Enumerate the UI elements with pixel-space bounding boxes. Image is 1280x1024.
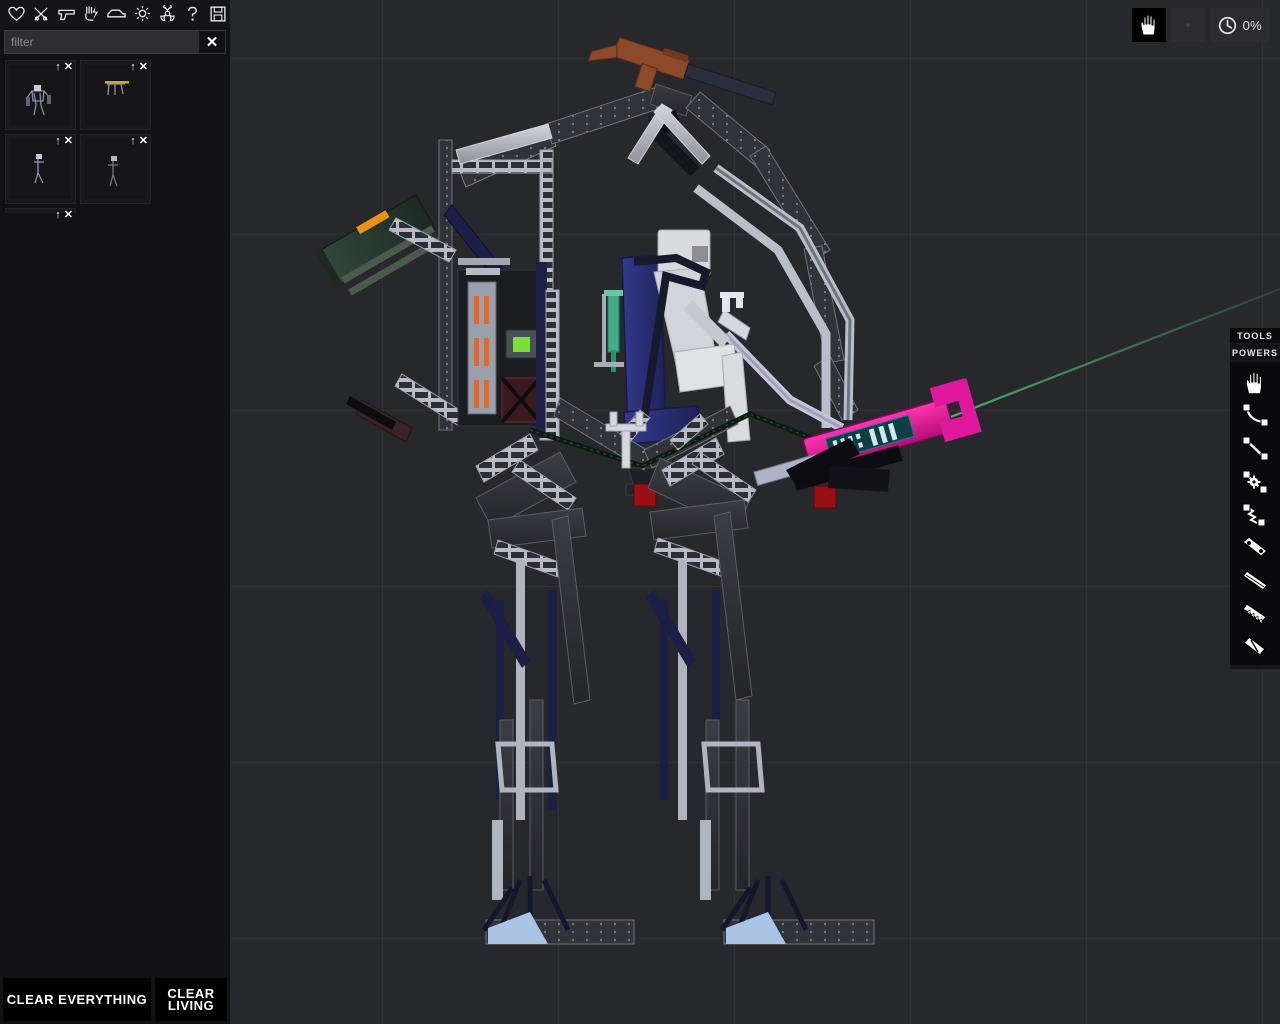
toolbar-heart-button[interactable] (4, 1, 28, 26)
thumbnail-controls: ↑ ✕ (130, 136, 148, 147)
spring-icon (1242, 503, 1266, 526)
rod-icon (1242, 436, 1269, 460)
tool-spring[interactable] (1230, 498, 1280, 531)
question-icon (188, 6, 198, 21)
thumbnail-preview (85, 139, 146, 199)
rope-icon (1242, 403, 1269, 426)
thumbnail-preview (85, 65, 146, 125)
gear-icon (134, 5, 150, 22)
thumbnail-preview (10, 65, 71, 125)
toolbar-misc-button[interactable] (181, 1, 205, 26)
raise-item-icon[interactable]: ↑ (130, 62, 136, 73)
raise-item-icon[interactable]: ↑ (55, 210, 61, 221)
clear-everything-button[interactable]: CLEAR EVERYTHING (3, 978, 151, 1021)
plank-icon (1241, 569, 1269, 591)
raise-item-icon[interactable]: ↑ (55, 62, 61, 73)
toolbar-hazards-button[interactable] (155, 1, 179, 26)
clear-filter-icon[interactable]: ✕ (199, 31, 225, 53)
panel-empty-area (0, 213, 230, 974)
toolbar-saved-button[interactable] (206, 1, 230, 26)
tools-panel: TOOLS POWERS (1230, 328, 1280, 669)
hand-icon (1140, 14, 1156, 36)
thumbnail-controls: ↑ ✕ (55, 210, 73, 221)
gear-joint-icon (1242, 470, 1268, 493)
tool-saw[interactable] (1230, 597, 1280, 630)
tab-tools[interactable]: TOOLS (1230, 328, 1280, 343)
list-item[interactable]: ↑ ✕ (80, 134, 151, 204)
delete-item-icon[interactable]: ✕ (139, 136, 148, 147)
clock-icon (1218, 16, 1236, 34)
clear-living-line-2: LIVING (167, 997, 215, 1013)
scissors-icon (34, 6, 48, 21)
raise-item-icon[interactable]: ↑ (130, 136, 136, 147)
panel-actions: CLEAR EVERYTHING CLEAR LIVING (0, 975, 230, 1024)
saw-icon (1242, 602, 1267, 625)
thumbnail-controls: ↑ ✕ (55, 62, 73, 73)
tool-list (1230, 362, 1280, 665)
dot-icon (1186, 23, 1190, 27)
hud-select-tool-button[interactable] (1170, 8, 1205, 42)
list-item[interactable]: ↑ ✕ (5, 60, 76, 130)
thumbnail-preview (10, 139, 71, 199)
car-icon (107, 9, 127, 18)
thumbnail-controls: ↑ ✕ (130, 62, 148, 73)
contraption-thumb-2 (105, 81, 129, 96)
toolbar-firearms-button[interactable] (54, 1, 78, 26)
clear-living-button[interactable]: CLEAR LIVING (155, 978, 227, 1021)
toolbar-contraptions-button[interactable] (130, 1, 154, 26)
hand-icon (1245, 371, 1263, 394)
save-icon (210, 5, 226, 22)
raise-item-icon[interactable]: ↑ (55, 136, 61, 147)
hud-timescale-control[interactable]: 0% (1209, 8, 1270, 42)
delete-item-icon[interactable]: ✕ (64, 62, 73, 73)
beam-icon (1241, 535, 1269, 557)
left-panel: ✕ ↑ (0, 0, 230, 1024)
hud-toolbar: 0% (1131, 8, 1270, 42)
scene-objects (314, 37, 1280, 945)
app-root: 0% TOOLS POWERS filter ✕ ↑ ✕ ↑ ✕ ↑ ✕ ↑ ✕… (0, 0, 1280, 1024)
category-toolbar (0, 0, 230, 27)
toolbar-energy-button[interactable] (80, 1, 104, 26)
simulation-canvas[interactable] (230, 0, 1280, 1024)
filter-row: ✕ (4, 30, 226, 54)
list-item[interactable]: ↑ ✕ (5, 134, 76, 204)
thumbnail-controls: ↑ ✕ (55, 136, 73, 147)
tool-rope[interactable] (1230, 399, 1280, 432)
contraption-thumb-4 (108, 156, 118, 187)
timescale-value: 0% (1242, 17, 1262, 33)
tool-plank[interactable] (1230, 564, 1280, 597)
toolbar-melee-button[interactable] (29, 1, 53, 26)
search-input[interactable] (5, 31, 199, 53)
delete-item-icon[interactable]: ✕ (64, 136, 73, 147)
tab-powers[interactable]: POWERS (1230, 345, 1280, 360)
tool-beam[interactable] (1230, 531, 1280, 564)
contraption-thumb-3 (34, 154, 44, 184)
tool-short-beam[interactable] (1230, 630, 1280, 663)
biohazard-icon (160, 5, 175, 22)
toolbar-vehicles-button[interactable] (105, 1, 129, 26)
hud-hand-tool-button[interactable] (1131, 8, 1166, 42)
tool-hand[interactable] (1230, 366, 1280, 399)
heart-icon (7, 6, 25, 21)
tool-motor[interactable] (1230, 465, 1280, 498)
list-item[interactable]: ↑ ✕ (80, 60, 151, 130)
short-beam-icon (1242, 635, 1267, 656)
pistol-icon (57, 9, 75, 20)
tool-rod[interactable] (1230, 432, 1280, 465)
delete-item-icon[interactable]: ✕ (64, 210, 73, 221)
delete-item-icon[interactable]: ✕ (139, 62, 148, 73)
contraption-thumb-1 (25, 85, 51, 116)
lightning-hand-icon (85, 6, 99, 21)
